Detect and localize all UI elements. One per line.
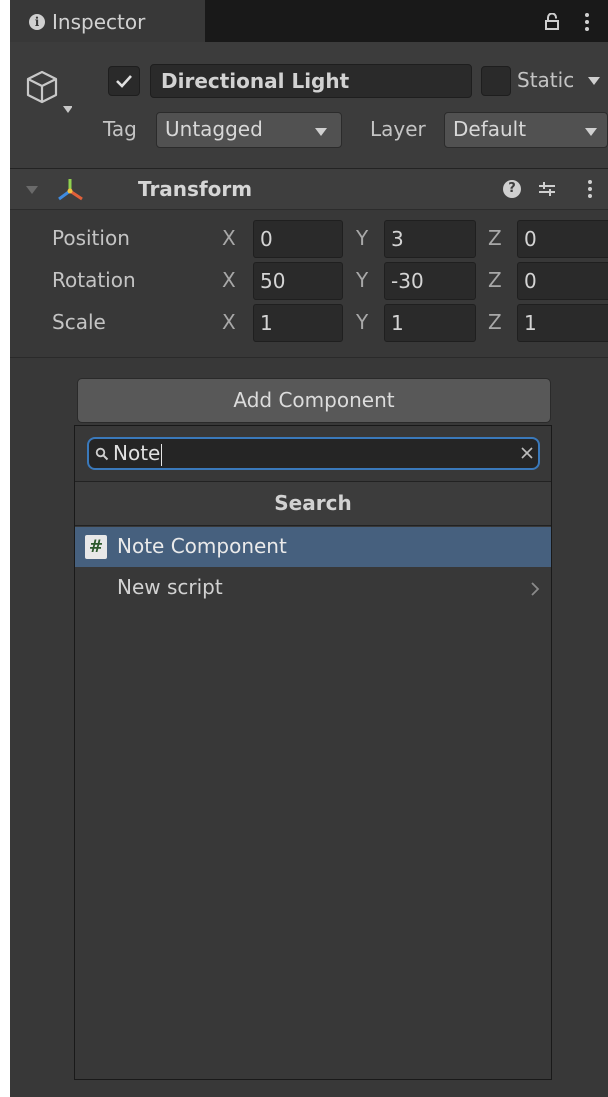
result-item-new-script[interactable]: New script [75, 567, 551, 609]
transform-axes-icon [58, 179, 83, 201]
layer-dropdown[interactable]: Default [444, 112, 608, 148]
axis-x-label[interactable]: X [222, 268, 236, 292]
tab-bar: i Inspector [10, 0, 608, 42]
axis-z-label[interactable]: Z [488, 268, 502, 292]
position-row: Position X 0 Y 3 Z 0 [10, 220, 608, 260]
search-input-value: Note [113, 441, 163, 466]
position-label: Position [52, 226, 130, 250]
static-label: Static [517, 68, 573, 92]
tab-inspector[interactable]: i Inspector [10, 0, 205, 42]
scale-x-field[interactable]: 1 [253, 304, 343, 342]
position-z-field[interactable]: 0 [517, 220, 608, 258]
static-dropdown-arrow-icon[interactable] [588, 76, 600, 86]
active-checkbox[interactable] [108, 66, 140, 96]
check-icon [116, 75, 132, 88]
text-caret [161, 443, 163, 466]
scale-z-field[interactable]: 1 [517, 304, 608, 342]
preset-sliders-icon[interactable] [537, 179, 557, 199]
chevron-down-icon [315, 128, 327, 136]
result-item-note-component[interactable]: # Note Component [75, 527, 551, 567]
component-menu-icon[interactable] [588, 179, 592, 199]
axis-x-label[interactable]: X [222, 226, 236, 250]
axis-z-label[interactable]: Z [488, 226, 502, 250]
component-search-input[interactable]: Note [87, 437, 540, 470]
result-item-label: Note Component [117, 534, 287, 558]
scale-label: Scale [52, 310, 106, 334]
rotation-x-field[interactable]: 50 [253, 262, 343, 300]
axis-x-label[interactable]: X [222, 310, 236, 334]
clear-search-icon[interactable] [520, 446, 534, 460]
axis-y-label[interactable]: Y [356, 310, 368, 334]
tag-value: Untagged [165, 117, 263, 141]
transform-component-header[interactable]: Transform ? [10, 168, 608, 210]
tag-dropdown[interactable]: Untagged [156, 112, 342, 148]
search-section-header: Search [75, 481, 551, 526]
foldout-arrow-icon[interactable] [26, 185, 38, 195]
lock-icon[interactable] [545, 13, 559, 30]
rotation-row: Rotation X 50 Y -30 Z 0 [10, 262, 608, 302]
component-title: Transform [138, 177, 253, 201]
gameobject-cube-icon[interactable] [24, 68, 72, 122]
position-y-field[interactable]: 3 [384, 220, 476, 258]
gameobject-name-field[interactable]: Directional Light [150, 64, 472, 98]
gameobject-header: Directional Light Static Tag Untagged La… [10, 42, 608, 168]
rotation-label: Rotation [52, 268, 136, 292]
add-component-popup: Note Search # Note Component New script [74, 425, 552, 1080]
info-icon: i [29, 14, 45, 30]
axis-y-label[interactable]: Y [356, 226, 368, 250]
scale-row: Scale X 1 Y 1 Z 1 [10, 304, 608, 344]
layer-value: Default [453, 117, 527, 141]
rotation-y-field[interactable]: -30 [384, 262, 476, 300]
result-item-label: New script [117, 575, 223, 599]
axis-y-label[interactable]: Y [356, 268, 368, 292]
help-icon[interactable]: ? [503, 180, 521, 198]
inspector-panel: i Inspector Directional Light Static Tag… [10, 0, 608, 1097]
rotation-z-field[interactable]: 0 [517, 262, 608, 300]
scale-y-field[interactable]: 1 [384, 304, 476, 342]
search-icon [95, 447, 109, 461]
script-icon: # [85, 535, 107, 559]
tab-title: Inspector [52, 10, 146, 34]
transform-fields: Position X 0 Y 3 Z 0 Rotation X 50 Y -30… [10, 210, 608, 358]
more-menu-icon[interactable] [585, 12, 589, 32]
chevron-right-icon [531, 582, 540, 596]
position-x-field[interactable]: 0 [253, 220, 343, 258]
chevron-down-icon [585, 128, 597, 136]
layer-label: Layer [370, 117, 426, 141]
axis-z-label[interactable]: Z [488, 310, 502, 334]
tag-label: Tag [103, 117, 137, 141]
add-component-button[interactable]: Add Component [77, 378, 551, 423]
static-checkbox[interactable] [481, 66, 511, 96]
